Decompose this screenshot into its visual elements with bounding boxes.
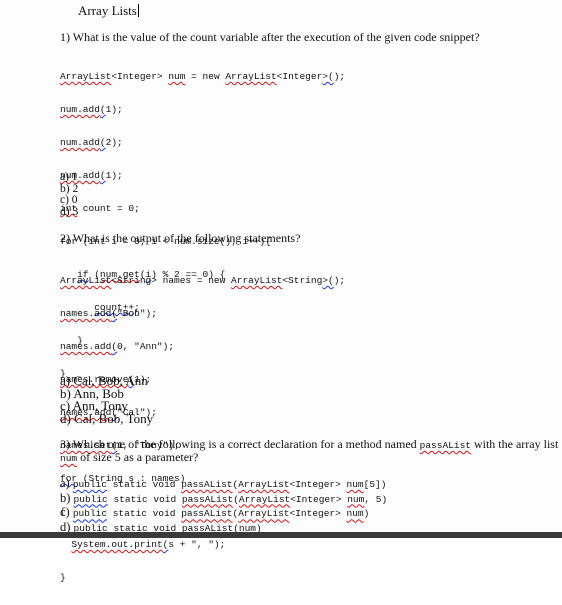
code-line: ArrayList<Integer> num = new ArrayList<I… [60,71,346,82]
text-cursor [137,4,139,17]
document-page[interactable]: Array Lists 1) What is the value of the … [0,0,562,583]
code-line: names.add("Bob"); [60,308,157,319]
code-token: ArrayList [60,71,112,82]
question-3-options: a) public static void passAList(ArrayLis… [60,477,387,536]
question-2-prompt: 2) What is the output of the following s… [60,231,301,245]
code-line: num.add(2); [60,137,123,148]
inline-code: passAList [419,440,471,451]
code-line: int count = 0; [60,203,140,214]
code-line: System.out.print(s + ", "); [71,539,226,550]
question-2-code: ArrayList<String> names = new ArrayList<… [60,253,345,605]
question-2-options: a) Cal, Bob, Ann b) Ann, Bob c) Ann, Ton… [60,374,153,426]
code-line: num.add(1); [60,170,123,181]
question-1-options: a) 1 b) 2 c) 0 d) 3 [60,171,78,219]
option-d[interactable]: d) 3 [60,206,78,219]
option-c[interactable]: c) 0 [60,194,78,207]
title-text: Array Lists [78,3,137,18]
question-3-prompt-continued: num of size 5 as a parameter? [60,450,199,464]
code-line: num.add(1); [60,104,123,115]
code-line: } [60,572,66,583]
bottom-bar [0,532,562,538]
option-a[interactable]: a) 1 [60,171,78,184]
option-a[interactable]: a) public static void passAList(ArrayLis… [60,477,387,492]
code-line: names.add(0, "Ann"); [60,341,175,352]
document-title[interactable]: Array Lists [78,3,139,19]
inline-code: num [60,453,78,464]
code-line: ArrayList<String> names = new ArrayList<… [60,275,346,286]
option-c[interactable]: c) public static void passAList(ArrayLis… [60,506,387,521]
question-1-prompt: 1) What is the value of the count variab… [60,30,480,44]
option-d[interactable]: d) Cal, Bob, Tony [60,412,153,426]
option-b[interactable]: b) public static void passAList(ArrayLis… [60,491,387,507]
